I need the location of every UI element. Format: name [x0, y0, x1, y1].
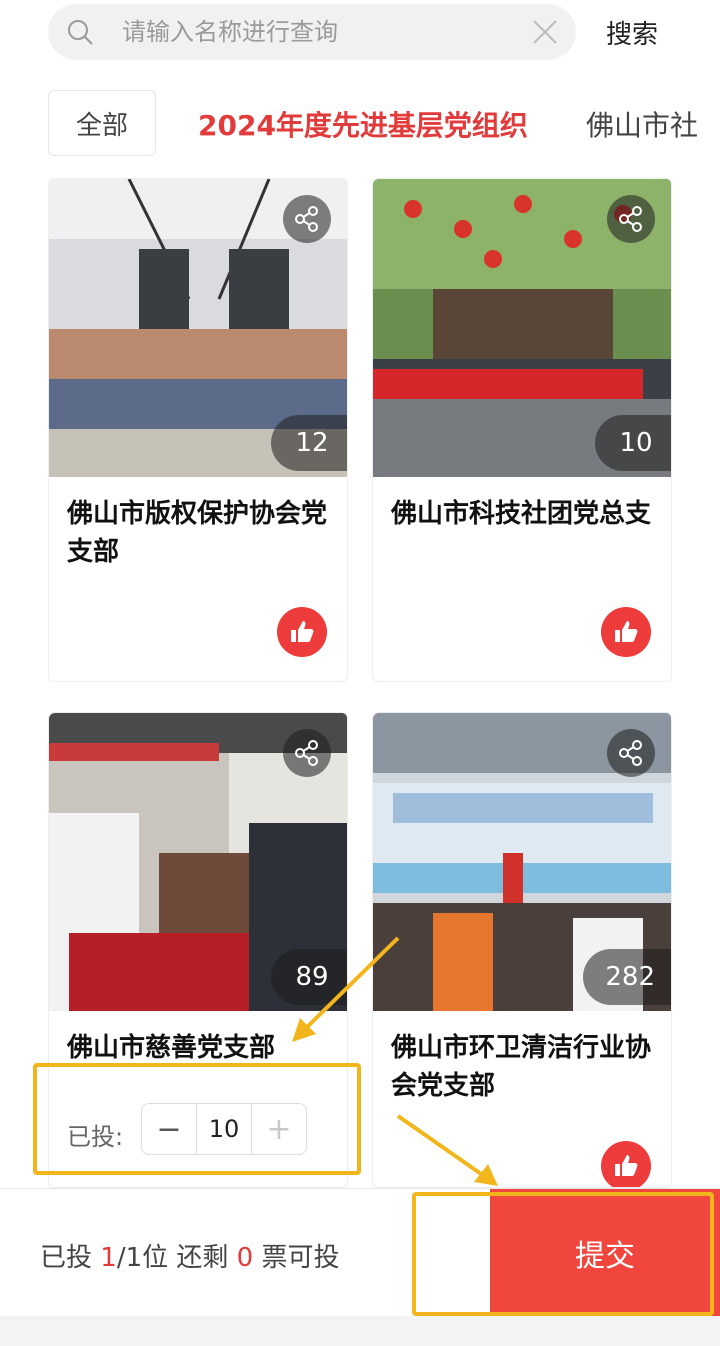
photo-count-badge: 12	[271, 415, 347, 471]
candidate-card[interactable]: 10 佛山市科技社团党总支	[372, 178, 672, 682]
vote-status: 已投 1/1位 还剩 0 票可投	[40, 1237, 339, 1274]
clear-icon[interactable]	[532, 19, 558, 45]
share-button[interactable]	[283, 729, 331, 777]
voted-count: 1	[100, 1243, 117, 1273]
annotation-highlight-stepper	[33, 1063, 361, 1175]
card-photo[interactable]: 10	[373, 179, 671, 477]
thumbs-up-icon	[615, 621, 638, 642]
candidate-card[interactable]: 12 佛山市版权保护协会党支部	[48, 178, 348, 682]
search-button[interactable]: 搜索	[606, 14, 658, 51]
photo-count-badge: 10	[595, 415, 671, 471]
share-icon	[619, 740, 642, 766]
card-title: 佛山市环卫清洁行业协会党支部	[391, 1033, 652, 1101]
card-photo[interactable]: 12	[49, 179, 347, 477]
card-title: 佛山市科技社团党总支	[391, 499, 652, 529]
share-button[interactable]	[283, 195, 331, 243]
share-button[interactable]	[607, 195, 655, 243]
card-photo[interactable]: 89	[49, 713, 347, 1011]
annotation-highlight-submit	[412, 1192, 714, 1316]
thumbs-up-icon	[291, 621, 314, 642]
share-icon	[619, 206, 642, 232]
search-icon	[68, 20, 93, 45]
tab-foshan-society[interactable]: 佛山市社	[586, 104, 698, 144]
card-photo[interactable]: 282	[373, 713, 671, 1011]
voted-prefix: 已投	[40, 1243, 101, 1273]
like-button[interactable]	[601, 607, 651, 657]
search-input[interactable]	[122, 14, 502, 50]
share-icon	[295, 206, 318, 232]
voted-suffix: 票可投	[253, 1243, 340, 1273]
like-button[interactable]	[277, 607, 327, 657]
voted-mid: /1位 还剩	[116, 1243, 237, 1273]
system-nav-bar	[0, 1316, 720, 1346]
card-title: 佛山市慈善党支部	[67, 1033, 276, 1063]
remaining-count: 0	[236, 1243, 254, 1273]
search-bar	[48, 4, 576, 60]
photo-count-badge: 89	[271, 949, 347, 1005]
tab-advanced-party-org[interactable]: 2024年度先进基层党组织	[198, 104, 528, 144]
tab-all[interactable]: 全部	[48, 90, 156, 156]
like-button[interactable]	[601, 1141, 651, 1187]
candidate-card[interactable]: 282 佛山市环卫清洁行业协会党支部	[372, 712, 672, 1188]
photo-count-badge: 282	[583, 949, 671, 1005]
card-title: 佛山市版权保护协会党支部	[67, 499, 328, 567]
thumbs-up-icon	[615, 1155, 638, 1176]
share-button[interactable]	[607, 729, 655, 777]
vote-page: 搜索 全部 2024年度先进基层党组织 佛山市社	[0, 0, 720, 1346]
share-icon	[295, 740, 318, 766]
